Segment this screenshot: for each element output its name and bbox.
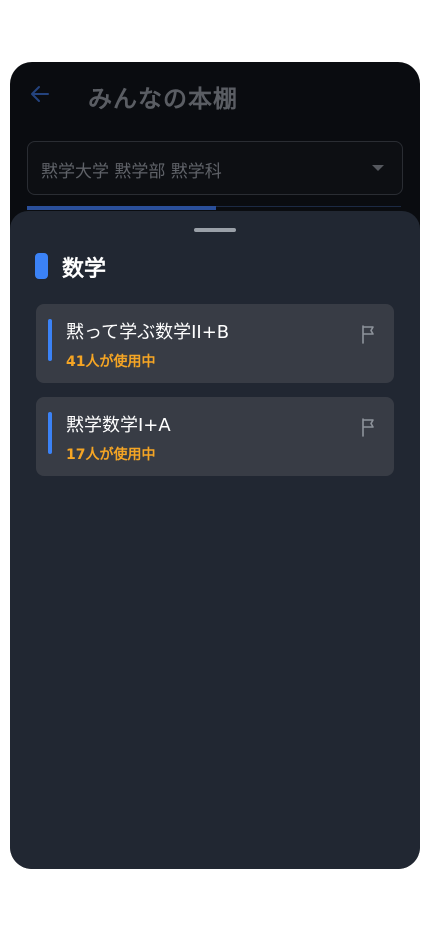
dropdown-value: 黙学大学 黙学部 黙学科 [41,162,222,182]
phone-frame: みんなの本棚 黙学大学 黙学部 黙学科 数学 黙って学ぶ数学II+B 41人が使… [10,62,420,869]
arrow-left-icon[interactable] [28,82,52,106]
flag-icon[interactable] [356,415,380,439]
book-card[interactable]: 黙って学ぶ数学II+B 41人が使用中 [36,304,394,383]
book-title: 黙って学ぶ数学II+B [66,322,230,343]
book-card[interactable]: 黙学数学I+A 17人が使用中 [36,397,394,476]
usage-count: 41人が使用中 [66,354,156,370]
card-accent-bar [48,412,52,454]
bottom-sheet: 数学 黙って学ぶ数学II+B 41人が使用中 黙学数学I+A 17人が使用中 [10,211,420,869]
department-dropdown[interactable]: 黙学大学 黙学部 黙学科 [27,141,403,195]
section-marker [35,253,48,279]
drag-handle[interactable] [194,228,236,232]
card-accent-bar [48,319,52,361]
section-title: 数学 [62,257,107,282]
page-title: みんなの本棚 [88,85,238,113]
flag-icon[interactable] [356,322,380,346]
book-title: 黙学数学I+A [66,415,171,436]
caret-down-icon [372,165,384,171]
usage-count: 17人が使用中 [66,447,156,463]
app-bar: みんなの本棚 [10,62,420,128]
tab-indicator [27,206,216,210]
